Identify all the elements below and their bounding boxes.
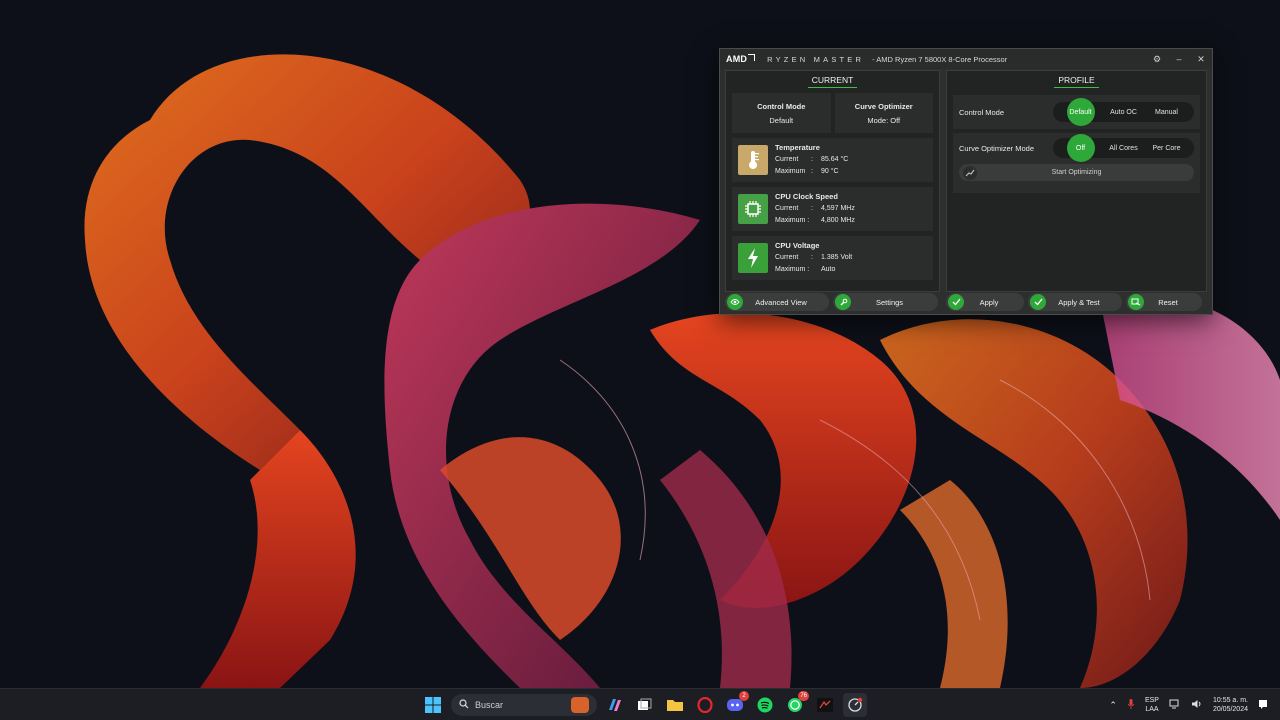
voltage-title: CPU Voltage — [775, 241, 820, 250]
volt-max-value: Auto — [821, 266, 836, 273]
reset-label: Reset — [1158, 297, 1178, 307]
search-icon — [459, 699, 469, 711]
option-auto-oc[interactable]: Auto OC — [1104, 109, 1143, 116]
clock-current-key: Current — [775, 205, 799, 212]
wrench-icon — [835, 294, 851, 310]
profile-panel: PROFILE Control Mode Default Auto OC Man… — [946, 70, 1207, 292]
volt-current-key: Current — [775, 254, 799, 261]
current-panel: CURRENT Control Mode Default Curve Optim… — [725, 70, 940, 292]
system-clock[interactable]: 10:55 a. m. 20/05/2024 — [1213, 696, 1248, 714]
settings-label: Settings — [875, 297, 904, 307]
windows-start-icon[interactable] — [421, 693, 445, 717]
whatsapp-badge: 76 — [798, 691, 809, 701]
temp-current-value: 85.64 °C — [821, 156, 849, 163]
control-mode-label: Control Mode — [757, 101, 806, 111]
settings-icon[interactable]: ⚙ — [1152, 54, 1162, 65]
temp-current-key: Current — [775, 156, 799, 163]
copilot-icon[interactable] — [603, 693, 627, 717]
reset-icon — [1128, 294, 1144, 310]
app-icon[interactable] — [813, 693, 837, 717]
option-off[interactable]: Off — [1061, 134, 1100, 162]
voltage-card: CPU Voltage Current:1.385 Volt Maximum :… — [732, 236, 933, 280]
control-mode-selector[interactable]: Default Auto OC Manual — [1053, 98, 1194, 126]
lang-line1: ESP — [1144, 697, 1159, 704]
curve-mode-selector[interactable]: Off All Cores Per Core — [1053, 134, 1194, 162]
ryzen-master-taskbar-icon[interactable] — [843, 693, 867, 717]
apply-label: Apply — [979, 297, 999, 307]
network-icon[interactable] — [1169, 699, 1181, 711]
search-highlight-icon — [571, 697, 589, 713]
notification-icon[interactable] — [1258, 699, 1268, 711]
profile-control-mode-row: Control Mode Default Auto OC Manual — [953, 95, 1200, 129]
volt-max-key: Maximum : — [775, 266, 810, 273]
profile-control-mode-label: Control Mode — [959, 107, 1005, 117]
volt-current-value: 1.385 Volt — [821, 254, 853, 261]
settings-button[interactable]: Settings — [833, 293, 938, 311]
lightning-icon — [738, 243, 768, 273]
clock-speed-card: CPU Clock Speed Current:4,597 MHz Maximu… — [732, 187, 933, 231]
current-header: CURRENT — [807, 75, 858, 88]
amd-logo-text: AMD — [726, 54, 748, 64]
profile-header: PROFILE — [1054, 75, 1099, 88]
ryzen-master-window: AMD RYZEN MASTER - AMD Ryzen 7 5800X 8-C… — [719, 48, 1213, 315]
cpu-chip-icon — [738, 194, 768, 224]
minimize-icon[interactable]: – — [1174, 54, 1184, 64]
clock-current-value: 4,597 MHz — [821, 205, 855, 212]
window-title: - AMD Ryzen 7 5800X 8-Core Processor — [872, 54, 1008, 64]
microphone-icon[interactable] — [1127, 698, 1135, 712]
thermometer-icon — [738, 145, 768, 175]
app-brand: RYZEN MASTER — [767, 54, 865, 64]
lang-line2: LAA — [1145, 706, 1159, 713]
clock-title: CPU Clock Speed — [775, 192, 838, 201]
search-placeholder: Buscar — [475, 700, 504, 710]
apply-test-button[interactable]: Apply & Test — [1028, 293, 1122, 311]
temp-max-value: 90 °C — [821, 168, 839, 175]
amd-logo: AMD — [726, 54, 756, 64]
clock-date: 20/05/2024 — [1212, 706, 1248, 713]
control-mode-value: Default — [769, 115, 794, 125]
temperature-card: Temperature Current:85.64 °C Maximum:90 … — [732, 138, 933, 182]
check-icon — [1030, 294, 1046, 310]
curve-mode-label: Curve Optimizer Mode — [959, 143, 1035, 153]
close-icon[interactable]: ✕ — [1196, 54, 1206, 65]
whatsapp-icon[interactable]: 76 — [783, 691, 809, 717]
curve-optimizer-label: Curve Optimizer — [854, 101, 913, 111]
volume-icon[interactable] — [1191, 699, 1203, 711]
taskbar-search[interactable]: Buscar — [451, 694, 597, 716]
language-indicator[interactable]: ESP LAA — [1145, 696, 1159, 714]
advanced-view-button[interactable]: Advanced View — [725, 293, 829, 311]
curve-optimizer-value: Mode: Off — [867, 115, 901, 125]
opera-icon[interactable] — [693, 693, 717, 717]
start-optimizing-button[interactable]: Start Optimizing — [959, 164, 1194, 181]
current-curve-optimizer: Curve Optimizer Mode: Off — [834, 93, 933, 133]
option-default[interactable]: Default — [1061, 98, 1100, 126]
discord-badge: 2 — [739, 691, 749, 701]
temp-max-key: Maximum — [775, 168, 806, 175]
option-per-core[interactable]: Per Core — [1147, 145, 1186, 152]
task-view-icon[interactable] — [633, 693, 657, 717]
discord-icon[interactable]: 2 — [723, 691, 749, 717]
current-control-mode: Control Mode Default — [732, 93, 831, 133]
option-all-cores[interactable]: All Cores — [1104, 145, 1143, 152]
eye-icon — [727, 294, 743, 310]
spotify-icon[interactable] — [753, 693, 777, 717]
taskbar: Buscar 2 76 ⌃ ESP LAA 10:55 a. m. 20/05/… — [0, 688, 1280, 720]
reset-button[interactable]: Reset — [1126, 293, 1202, 311]
profile-curve-mode-row: Curve Optimizer Mode Off All Cores Per C… — [953, 133, 1200, 193]
advanced-view-label: Advanced View — [755, 297, 807, 307]
graph-icon — [963, 165, 977, 180]
file-explorer-icon[interactable] — [663, 693, 687, 717]
apply-test-label: Apply & Test — [1058, 297, 1100, 307]
title-bar[interactable]: AMD RYZEN MASTER - AMD Ryzen 7 5800X 8-C… — [720, 49, 1212, 69]
option-manual[interactable]: Manual — [1147, 109, 1186, 116]
temperature-title: Temperature — [775, 143, 820, 152]
clock-max-key: Maximum : — [775, 217, 810, 224]
check-icon — [948, 294, 964, 310]
apply-button[interactable]: Apply — [946, 293, 1024, 311]
amd-logo-mark — [748, 54, 756, 61]
start-optimizing-label: Start Optimizing — [1051, 169, 1102, 176]
chevron-up-icon[interactable]: ⌃ — [1109, 700, 1117, 711]
clock-time: 10:55 a. m. — [1212, 697, 1248, 704]
clock-max-value: 4,800 MHz — [821, 217, 855, 224]
